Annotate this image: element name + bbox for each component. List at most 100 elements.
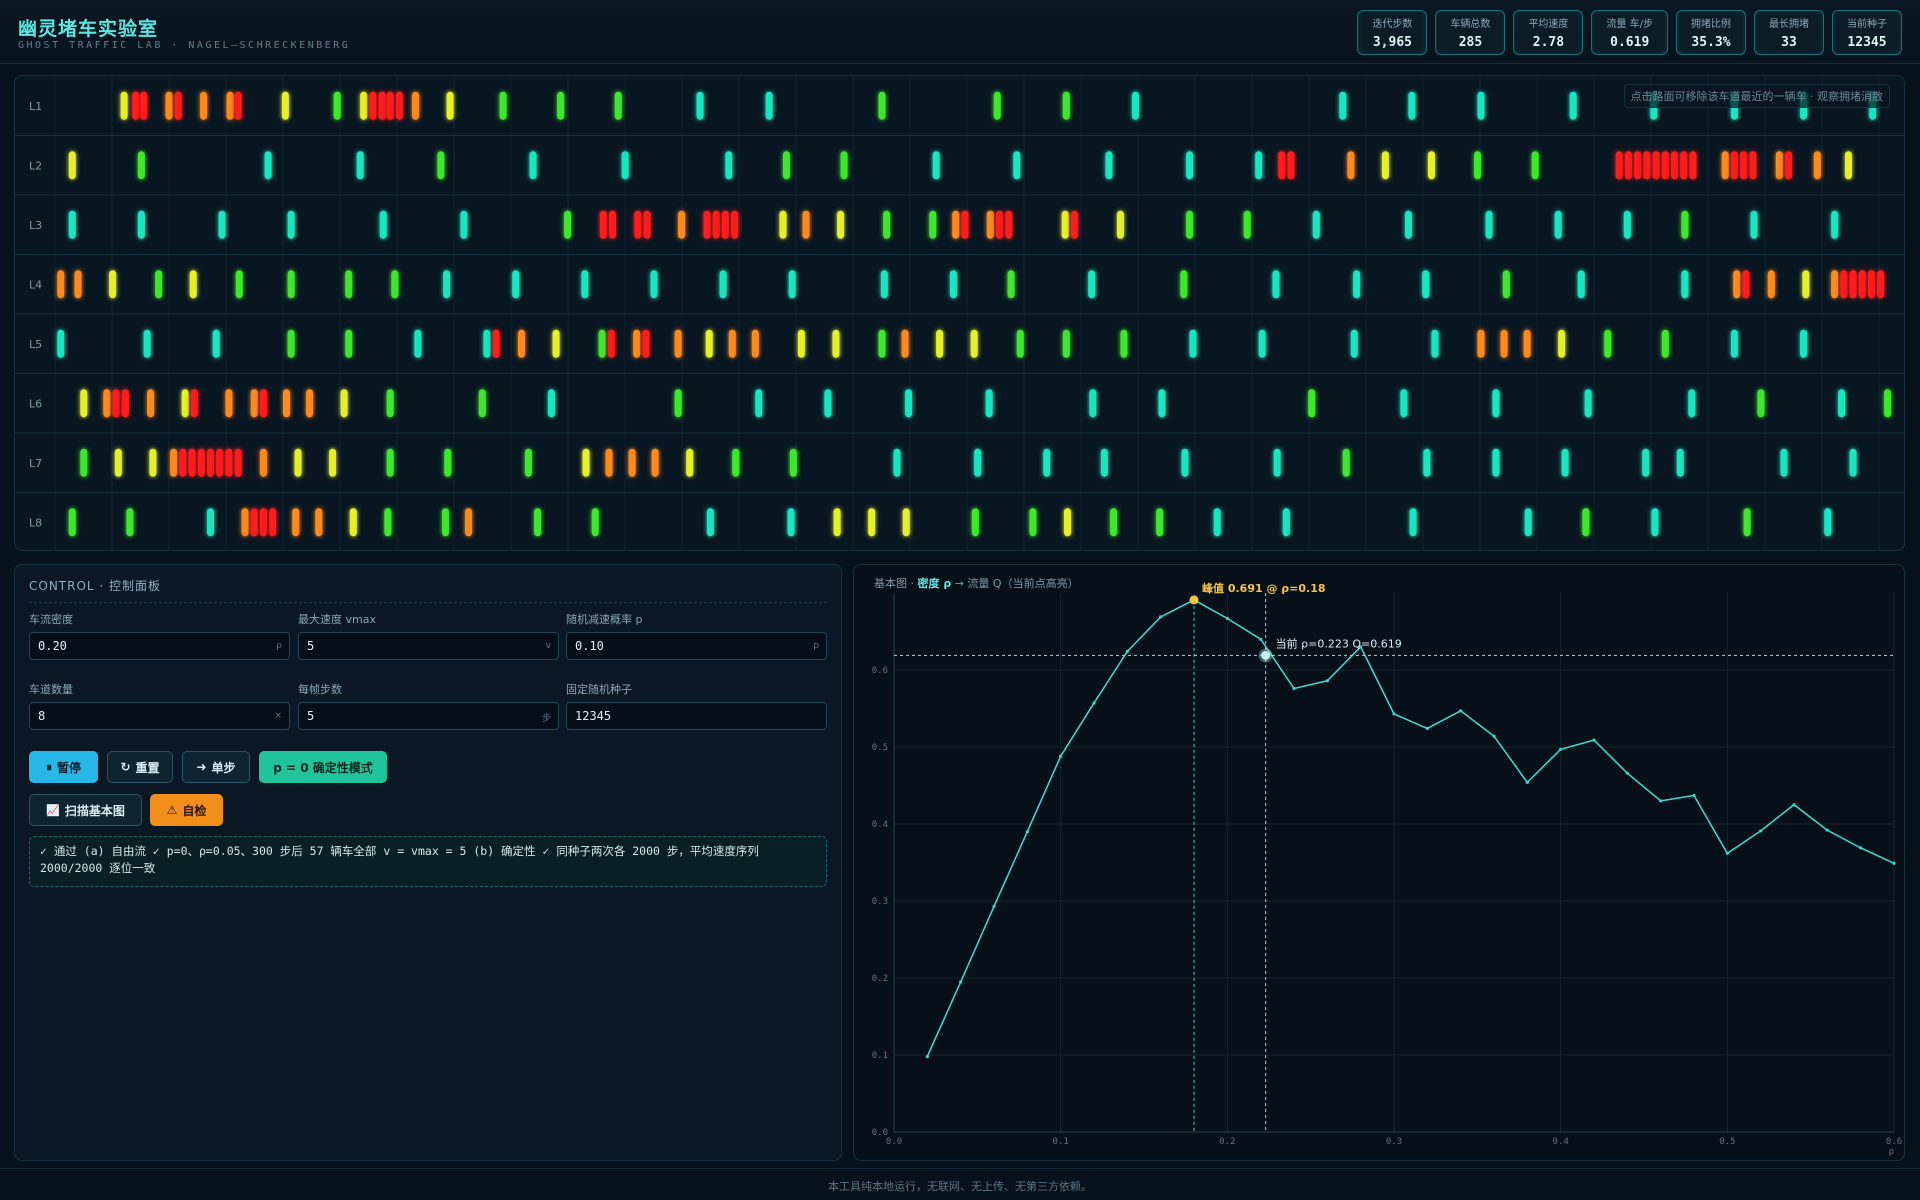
pause-button[interactable]: ⏸ 暂停 xyxy=(29,751,98,783)
reset-button[interactable]: ↻ 重置 xyxy=(107,751,173,783)
car xyxy=(1408,91,1416,120)
car xyxy=(1831,270,1839,299)
car xyxy=(74,270,82,299)
car xyxy=(1400,389,1408,418)
step-button[interactable]: ➜ 单步 xyxy=(182,751,250,783)
car xyxy=(1742,270,1750,299)
car xyxy=(985,389,993,418)
road-lanes[interactable]: L1 L2 L3 L4 L5 L6 L7 L8 xyxy=(15,76,1905,551)
data-point xyxy=(1592,738,1596,742)
car xyxy=(109,270,117,299)
stat-label: 拥堵比例 xyxy=(1691,19,1731,30)
road-canvas[interactable]: L1 L2 L3 L4 L5 L6 L7 L8 点击路面可移除该车道最近的一辆车 · 观察拥堵… xyxy=(14,75,1905,551)
car xyxy=(1676,448,1684,477)
car xyxy=(706,508,714,537)
fundamental-diagram: 0.0 0.1 0.2 0.3 0.4 0.5 0.6 0.0 0.1 0.2 0.3 0.4 0.5 0… xyxy=(872,581,1902,1157)
car xyxy=(905,389,913,418)
chart-title-prefix: 基本图 · xyxy=(874,577,918,590)
car xyxy=(1577,270,1585,299)
car xyxy=(68,151,76,180)
car xyxy=(1409,508,1417,537)
car xyxy=(779,210,787,239)
car xyxy=(782,151,790,180)
lane-label: L3 xyxy=(29,219,42,232)
lane-label: L8 xyxy=(29,516,42,529)
reset-icon: ↻ xyxy=(120,760,131,774)
y-tick-label: 0.6 xyxy=(872,666,888,676)
app-subtitle: GHOST TRAFFIC LAB · NAGEL–SCHRECKENBERG xyxy=(18,40,351,51)
car xyxy=(287,329,295,358)
car xyxy=(441,508,449,537)
car xyxy=(225,448,233,477)
data-point xyxy=(1459,709,1463,713)
car xyxy=(1757,389,1765,418)
sweep-label: 扫描基本图 xyxy=(64,803,125,818)
deterministic-mode-button[interactable]: p = 0 确定性模式 xyxy=(259,751,387,783)
arrow-right-icon: ➜ xyxy=(196,760,207,774)
car xyxy=(174,91,182,120)
car xyxy=(1671,151,1679,180)
top-bar: 幽灵堵车实验室 GHOST TRAFFIC LAB · NAGEL–SCHREC… xyxy=(0,0,1920,64)
current-label: 当前 ρ=0.223 Q=0.619 xyxy=(1276,636,1402,650)
field-label: 随机减速概率 p xyxy=(566,613,643,626)
warning-icon: ⚠ xyxy=(166,803,178,817)
field-box xyxy=(566,702,827,730)
seed-input[interactable] xyxy=(567,703,826,729)
self-check-result: ✓ 通过 (a) 自由流 ✓ p=0、ρ=0.05、300 步后 57 辆车全部… xyxy=(29,836,827,887)
chart-title: 基本图 · 密度 ρ → 流量 Q（当前点高亮） xyxy=(874,575,1079,591)
car xyxy=(674,389,682,418)
car xyxy=(1005,210,1013,239)
car xyxy=(728,329,736,358)
car xyxy=(1743,508,1751,537)
data-point xyxy=(1325,679,1329,683)
lanes-input[interactable] xyxy=(30,703,289,729)
car xyxy=(840,151,848,180)
car xyxy=(378,91,386,120)
vmax-field: 最大速度 vmax v xyxy=(298,611,559,660)
x-tick-label: 0.1 xyxy=(1053,1137,1069,1147)
car xyxy=(329,448,337,477)
car xyxy=(1474,151,1482,180)
stat-value: 0.619 xyxy=(1610,35,1650,50)
field-unit: ρ xyxy=(276,641,282,651)
car xyxy=(557,91,565,120)
car xyxy=(936,329,944,358)
steps-per-frame-input[interactable] xyxy=(299,703,558,729)
x-tick-label: 0.3 xyxy=(1386,1137,1402,1147)
car xyxy=(386,389,394,418)
data-point xyxy=(1259,637,1263,641)
car xyxy=(57,329,65,358)
density-input[interactable] xyxy=(30,633,289,659)
reset-label: 重置 xyxy=(135,760,160,775)
car xyxy=(234,448,242,477)
car xyxy=(1007,270,1015,299)
field-box: ρ xyxy=(29,632,290,660)
car xyxy=(1615,151,1623,180)
car xyxy=(534,508,542,537)
car xyxy=(547,389,555,418)
car xyxy=(1258,329,1266,358)
seed-field: 固定随机种子 xyxy=(566,681,827,730)
car xyxy=(1844,151,1852,180)
car xyxy=(1858,270,1866,299)
car xyxy=(200,91,208,120)
lane-label: L7 xyxy=(29,457,42,470)
car xyxy=(607,329,615,358)
car xyxy=(1502,270,1510,299)
car xyxy=(465,508,473,537)
car xyxy=(1838,389,1846,418)
car xyxy=(634,210,642,239)
car xyxy=(1477,329,1485,358)
sweep-diagram-button[interactable]: 📈 扫描基本图 xyxy=(29,794,142,826)
car xyxy=(1849,270,1857,299)
data-point xyxy=(1859,846,1863,850)
stat-value: 285 xyxy=(1458,35,1483,50)
self-check-button[interactable]: ⚠ 自检 xyxy=(150,794,223,826)
car xyxy=(833,508,841,537)
slowdown-prob-input[interactable] xyxy=(567,633,826,659)
car xyxy=(437,151,445,180)
y-tick-label: 0.3 xyxy=(872,897,888,907)
car xyxy=(1813,151,1821,180)
car xyxy=(250,508,258,537)
vmax-input[interactable] xyxy=(299,633,558,659)
